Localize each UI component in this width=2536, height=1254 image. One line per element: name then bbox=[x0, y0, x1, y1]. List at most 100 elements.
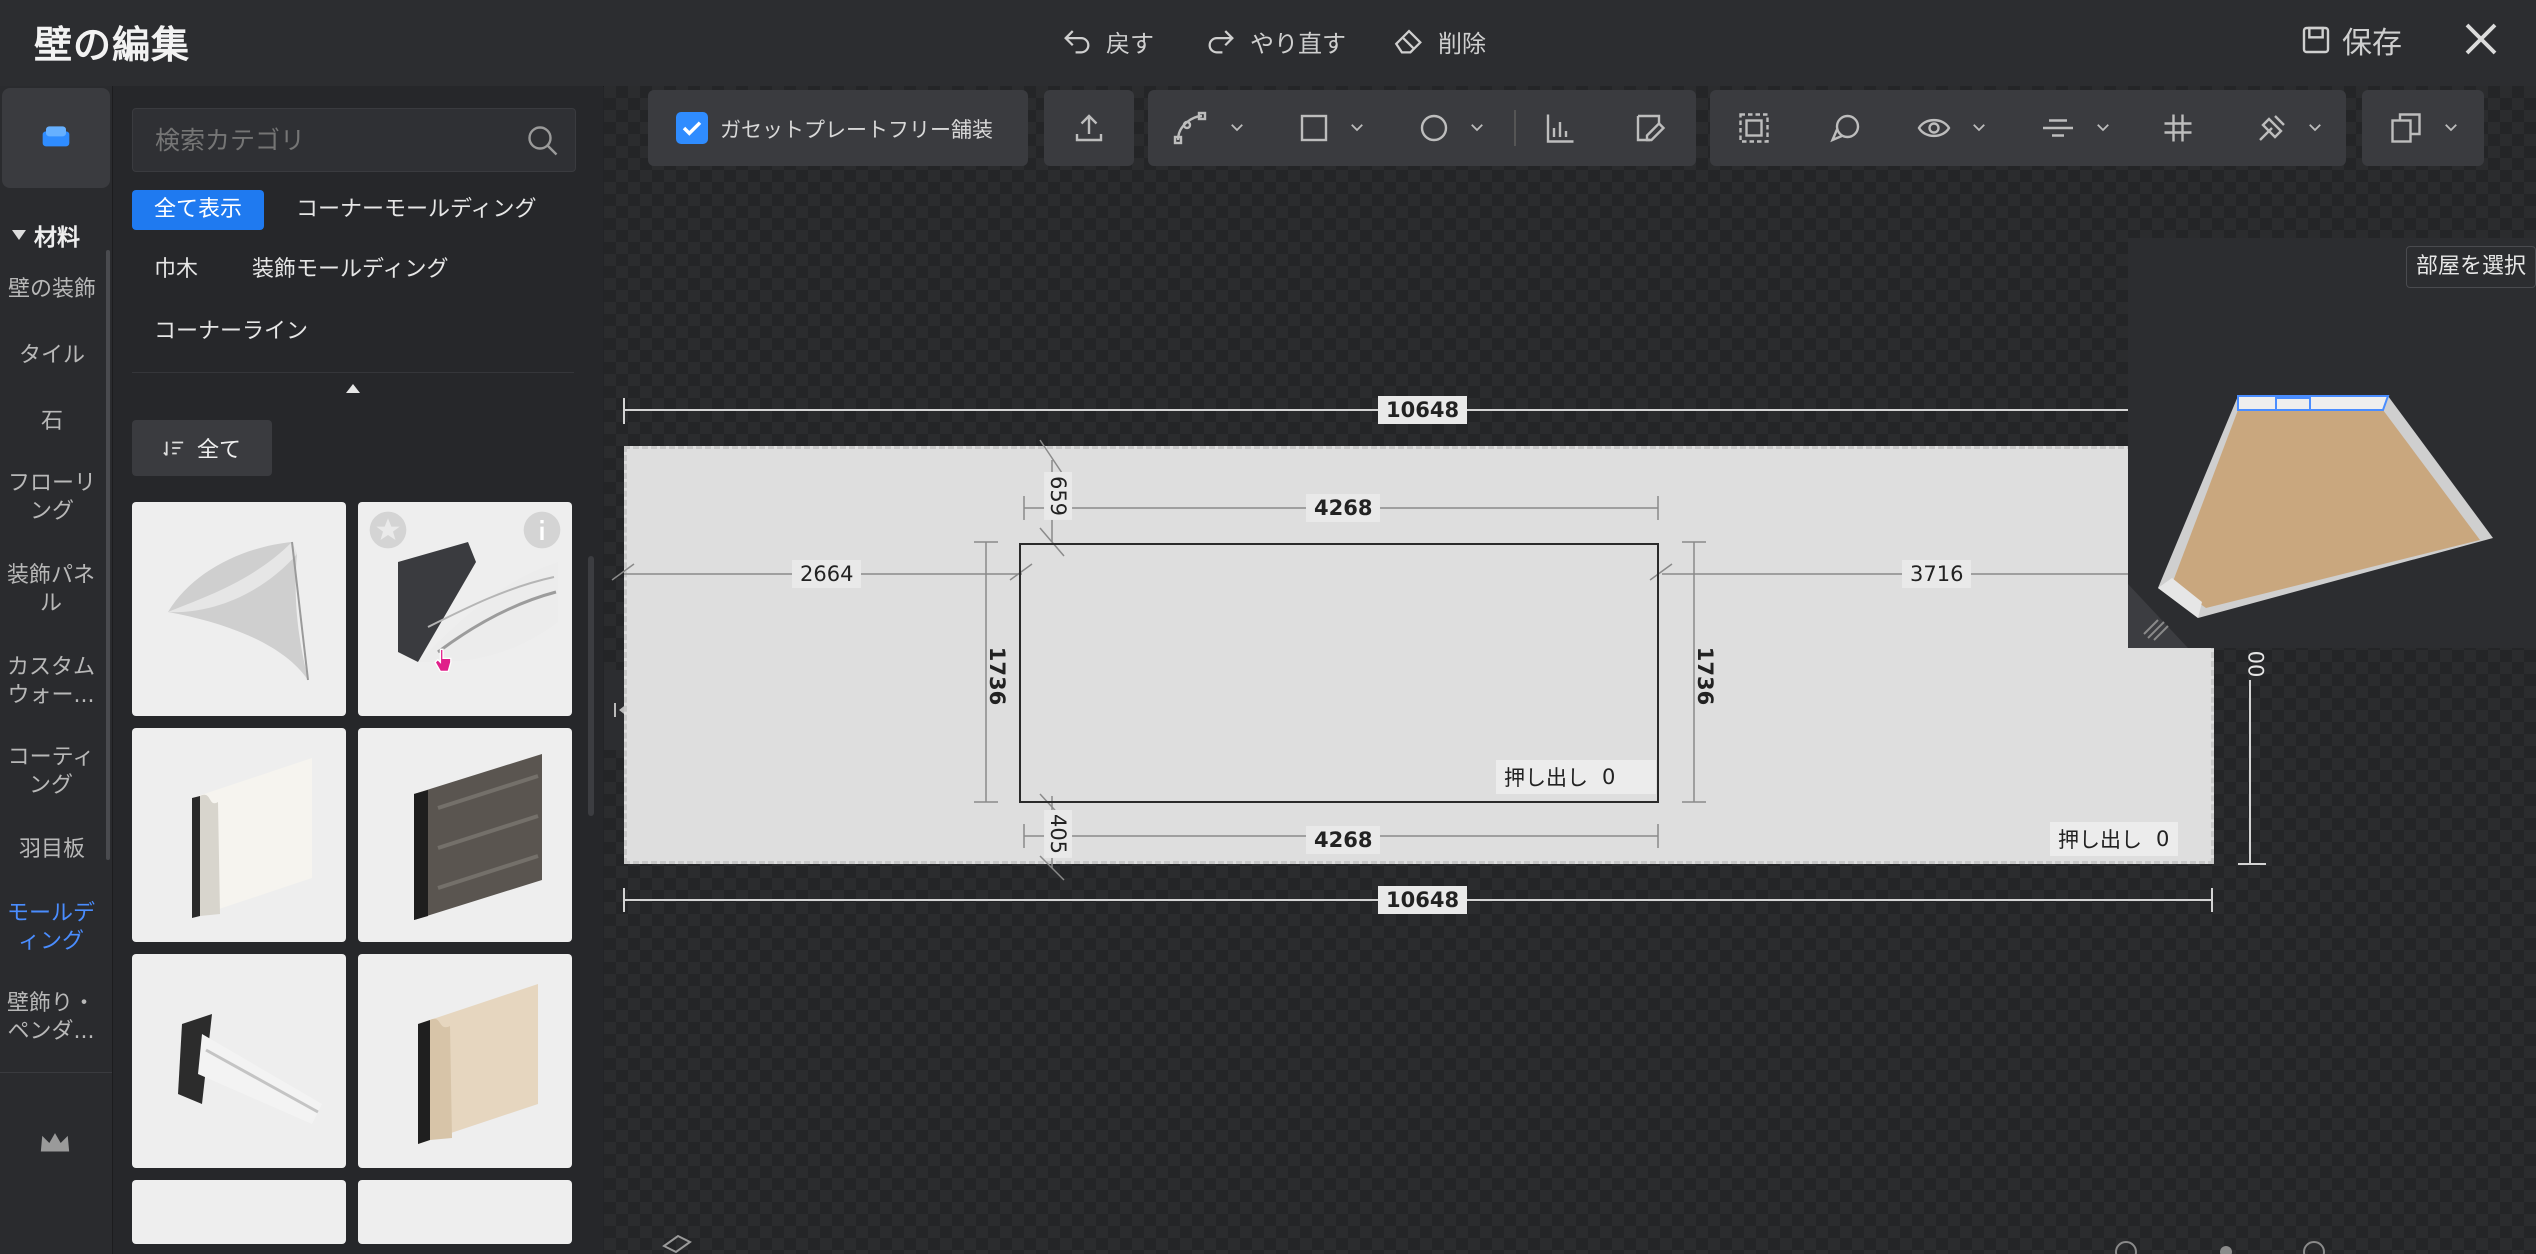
dim-bottom-gap[interactable]: 405 bbox=[1044, 809, 1073, 859]
filter-chip-decor-molding[interactable]: 装飾モールディング bbox=[230, 250, 470, 290]
panel-scrollbar[interactable] bbox=[588, 556, 594, 816]
filter-chip-corner-molding[interactable]: コーナーモールディング bbox=[274, 190, 558, 230]
filter-chip-baseboard[interactable]: 巾木 bbox=[132, 250, 220, 290]
favorite-star-icon[interactable] bbox=[368, 510, 408, 550]
close-icon[interactable] bbox=[2460, 18, 2502, 60]
filter-divider bbox=[132, 372, 574, 373]
edit-panel-icon[interactable] bbox=[1632, 110, 1668, 146]
chevron-down-icon[interactable] bbox=[1468, 118, 1486, 136]
dim-wall-height[interactable]: 00 bbox=[2241, 643, 2269, 686]
redo-icon bbox=[1208, 30, 1234, 54]
chevron-down-icon[interactable] bbox=[1228, 118, 1246, 136]
gusset-checkbox[interactable] bbox=[676, 112, 708, 144]
search-field[interactable] bbox=[132, 108, 576, 172]
info-icon[interactable] bbox=[522, 510, 562, 550]
material-card[interactable] bbox=[358, 954, 572, 1168]
redo-button[interactable]: やり直す bbox=[1204, 20, 1346, 62]
dim-top-gap[interactable]: 659 bbox=[1044, 471, 1073, 521]
search-icon[interactable] bbox=[525, 123, 561, 159]
baseboard-wood-thumbnail bbox=[414, 754, 542, 920]
material-card[interactable] bbox=[358, 728, 572, 942]
resize-handle-icon[interactable] bbox=[2128, 584, 2188, 648]
rail-item-flooring[interactable]: フローリング bbox=[6, 470, 98, 526]
sort-label: 全て bbox=[196, 438, 241, 463]
pointer-cursor-icon bbox=[434, 648, 452, 673]
dim-left-gap[interactable]: 2664 bbox=[792, 560, 862, 588]
filter-chip-all[interactable]: 全て表示 bbox=[132, 190, 265, 230]
extrude-inner-label: 押し出し bbox=[1504, 766, 1588, 790]
dim-total-bottom[interactable]: 10648 bbox=[1378, 886, 1468, 914]
material-card[interactable] bbox=[358, 502, 572, 716]
dim-opening-height-left[interactable]: 1736 bbox=[983, 639, 1011, 713]
rail-item-molding[interactable]: モールディング bbox=[6, 900, 96, 956]
material-card[interactable] bbox=[132, 954, 346, 1168]
copy-layout-icon bbox=[2391, 113, 2421, 143]
chevron-down-icon[interactable] bbox=[2094, 118, 2112, 136]
gusset-toggle[interactable]: ガセットプレートフリー舗装 bbox=[648, 90, 1028, 166]
filter-chip-corner-line[interactable]: コーナーライン bbox=[132, 312, 330, 352]
room-3d-thumbnail bbox=[2158, 395, 2493, 618]
room-preview[interactable] bbox=[2128, 238, 2536, 648]
material-card[interactable] bbox=[132, 728, 346, 942]
lasso-icon[interactable] bbox=[1828, 110, 1864, 146]
rail-item-wall-decor[interactable]: 壁の装飾 bbox=[0, 276, 104, 304]
material-card[interactable] bbox=[358, 1180, 572, 1244]
rail-divider bbox=[0, 1072, 112, 1073]
delete-button[interactable]: 削除 bbox=[1392, 20, 1486, 62]
pen-curve-icon[interactable] bbox=[1172, 110, 1208, 146]
crown-icon[interactable] bbox=[38, 1128, 72, 1158]
rail-item-coating[interactable]: コーティング bbox=[6, 744, 96, 800]
material-card[interactable] bbox=[132, 502, 346, 716]
collapse-caret-icon bbox=[12, 230, 26, 240]
chevron-down-icon[interactable] bbox=[1970, 118, 1988, 136]
rail-item-custom-wall[interactable]: カスタムウォー... bbox=[6, 654, 96, 710]
rail-item-wainscot[interactable]: 羽目板 bbox=[0, 836, 104, 864]
layout-tools-group[interactable] bbox=[2362, 90, 2484, 166]
align-center-icon[interactable] bbox=[2040, 110, 2076, 146]
extrude-inner-value[interactable]: 0 bbox=[1602, 765, 1615, 789]
paint-brush-icon[interactable] bbox=[2254, 110, 2290, 146]
dim-opening-height-right[interactable]: 1736 bbox=[1691, 639, 1719, 713]
rail-scrollbar[interactable] bbox=[106, 250, 110, 860]
layers-icon[interactable] bbox=[660, 1232, 694, 1254]
page-title: 壁の編集 bbox=[34, 23, 191, 67]
rail-item-stone[interactable]: 石 bbox=[0, 408, 104, 436]
dim-total-top[interactable]: 10648 bbox=[1378, 396, 1468, 424]
extrude-outer-field[interactable]: 押し出し 0 bbox=[2050, 822, 2178, 856]
collapse-filters-icon[interactable] bbox=[346, 384, 360, 393]
rectangle-icon[interactable] bbox=[1296, 110, 1332, 146]
material-card[interactable] bbox=[132, 1180, 346, 1244]
select-room-button[interactable]: 部屋を選択 bbox=[2406, 246, 2536, 288]
extrude-outer-label: 押し出し bbox=[2058, 828, 2142, 852]
dim-opening-bottom[interactable]: 4268 bbox=[1306, 826, 1381, 854]
circle-icon[interactable] bbox=[1416, 110, 1452, 146]
extrude-inner-field[interactable]: 押し出し 0 bbox=[1496, 760, 1656, 794]
rail-item-tile[interactable]: タイル bbox=[0, 342, 104, 370]
measure-align-icon[interactable] bbox=[1542, 110, 1578, 146]
baseboard-white-thumbnail bbox=[192, 758, 312, 918]
upload-button[interactable] bbox=[1044, 90, 1134, 166]
select-area-icon[interactable] bbox=[1736, 110, 1772, 146]
rail-section-header[interactable]: 材料 bbox=[12, 218, 80, 252]
grid-hash-icon[interactable] bbox=[2160, 110, 2196, 146]
view-tools-group bbox=[1710, 90, 2346, 166]
dim-opening-top[interactable]: 4268 bbox=[1306, 494, 1381, 522]
rail-section-label: 材料 bbox=[34, 225, 80, 251]
chevron-down-icon[interactable] bbox=[1348, 118, 1366, 136]
eye-icon[interactable] bbox=[1916, 110, 1952, 146]
molding-white-thumbnail bbox=[178, 1014, 322, 1124]
rail-item-decor-panel[interactable]: 装飾パネル bbox=[6, 562, 96, 618]
chevron-down-icon[interactable] bbox=[2306, 118, 2324, 136]
extrude-outer-value[interactable]: 0 bbox=[2156, 827, 2169, 851]
redo-label: やり直す bbox=[1250, 29, 1346, 58]
save-label: 保存 bbox=[2342, 26, 2402, 61]
check-icon bbox=[682, 121, 702, 136]
rail-item-pendant[interactable]: 壁飾り・ペンダ... bbox=[6, 990, 96, 1046]
materials-tab[interactable] bbox=[2, 88, 110, 188]
search-input[interactable] bbox=[153, 121, 497, 159]
save-button[interactable]: 保存 bbox=[2300, 18, 2402, 62]
sort-button[interactable]: 全て bbox=[132, 420, 272, 476]
undo-button[interactable]: 戻す bbox=[1060, 20, 1154, 62]
zoom-controls[interactable] bbox=[2114, 1238, 2344, 1254]
dim-right-gap[interactable]: 3716 bbox=[1902, 560, 1972, 588]
